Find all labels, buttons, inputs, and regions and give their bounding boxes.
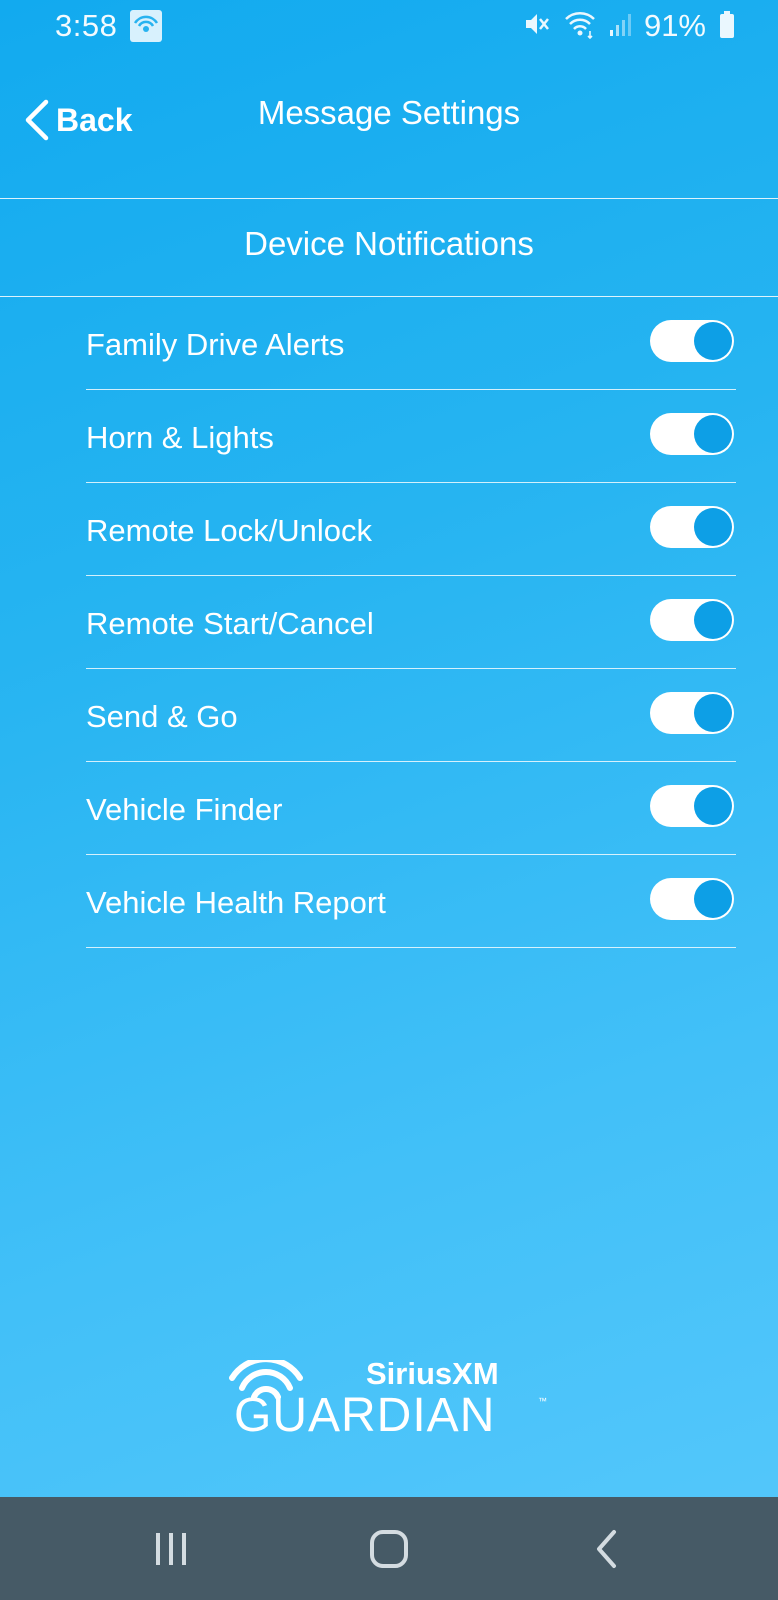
remote-start-cancel-toggle[interactable] xyxy=(650,599,734,641)
setting-label: Remote Lock/Unlock xyxy=(86,513,373,548)
setting-label: Send & Go xyxy=(86,699,238,734)
vehicle-finder-toggle[interactable] xyxy=(650,785,734,827)
header: Back Message Settings xyxy=(0,70,778,195)
send-go-toggle[interactable] xyxy=(650,692,734,734)
status-time: 3:58 xyxy=(55,8,118,43)
notification-settings-list: Family Drive Alerts Horn & Lights Remote… xyxy=(86,297,736,948)
setting-row-vehicle-health-report: Vehicle Health Report xyxy=(86,855,736,948)
setting-row-send-go: Send & Go xyxy=(86,669,736,762)
system-nav-bar xyxy=(0,1497,778,1600)
setting-row-family-drive-alerts: Family Drive Alerts xyxy=(86,297,736,390)
signal-icon xyxy=(608,10,634,43)
toggle-knob xyxy=(694,880,732,918)
status-bar: 3:58 91% xyxy=(0,0,778,52)
section-title: Device Notifications xyxy=(244,225,534,262)
setting-row-remote-start-cancel: Remote Start/Cancel xyxy=(86,576,736,669)
toggle-knob xyxy=(694,787,732,825)
nav-back-icon xyxy=(597,1530,616,1568)
logo-brand: SiriusXM xyxy=(366,1356,499,1391)
setting-label: Remote Start/Cancel xyxy=(86,606,374,641)
home-button[interactable] xyxy=(364,1527,414,1571)
battery-icon xyxy=(720,11,734,38)
setting-label: Vehicle Health Report xyxy=(86,885,386,920)
status-icons: 91% xyxy=(522,8,734,44)
nav-back-button[interactable] xyxy=(582,1527,632,1571)
header-divider xyxy=(0,198,778,199)
siriusxm-guardian-logo: SiriusXM GUARDIAN ™ xyxy=(228,1356,548,1442)
vehicle-health-report-toggle[interactable] xyxy=(650,878,734,920)
family-drive-alerts-toggle[interactable] xyxy=(650,320,734,362)
home-icon xyxy=(370,1530,408,1568)
toggle-knob xyxy=(694,694,732,732)
hotspot-icon xyxy=(130,10,162,42)
setting-label: Family Drive Alerts xyxy=(86,327,345,362)
toggle-knob xyxy=(694,415,732,453)
mute-icon xyxy=(522,9,552,44)
recent-apps-button[interactable] xyxy=(146,1527,196,1571)
setting-row-horn-lights: Horn & Lights xyxy=(86,390,736,483)
recent-apps-icon xyxy=(156,1533,186,1565)
horn-lights-toggle[interactable] xyxy=(650,413,734,455)
toggle-knob xyxy=(694,322,732,360)
setting-label: Vehicle Finder xyxy=(86,792,283,827)
logo-product: GUARDIAN xyxy=(234,1389,496,1442)
setting-row-remote-lock-unlock: Remote Lock/Unlock xyxy=(86,483,736,576)
battery-percent: 91% xyxy=(643,8,706,43)
message-settings-screen: 3:58 91% Back Message Settings Device No… xyxy=(0,0,778,1600)
toggle-knob xyxy=(694,508,732,546)
logo-trademark: ™ xyxy=(538,1396,547,1406)
toggle-knob xyxy=(694,601,732,639)
setting-label: Horn & Lights xyxy=(86,420,274,455)
page-title: Message Settings xyxy=(257,94,521,131)
wifi-icon xyxy=(562,9,598,44)
setting-row-vehicle-finder: Vehicle Finder xyxy=(86,762,736,855)
remote-lock-unlock-toggle[interactable] xyxy=(650,506,734,548)
